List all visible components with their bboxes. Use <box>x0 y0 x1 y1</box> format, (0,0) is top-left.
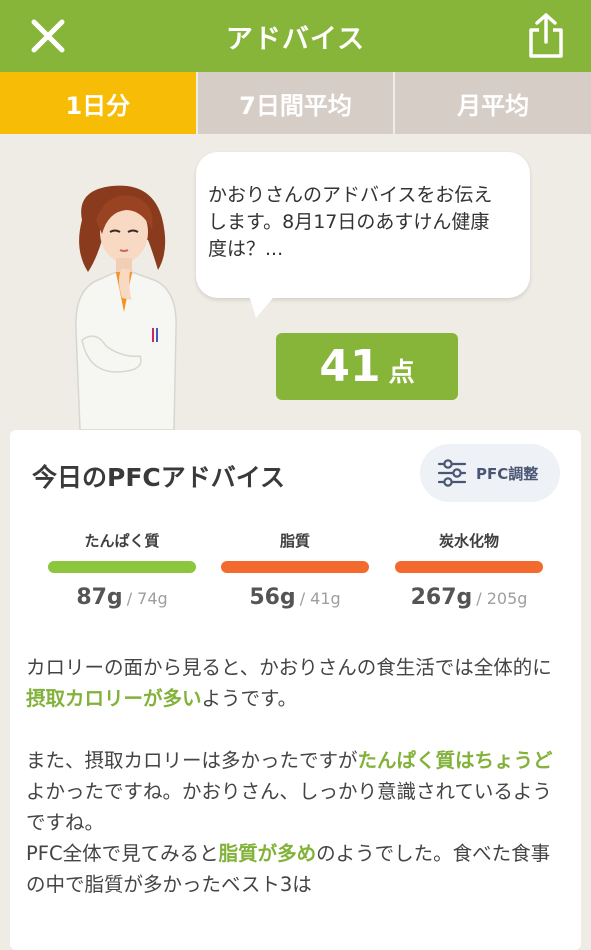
metric-carbohydrate: 炭水化物 267g/ 205g <box>394 530 544 610</box>
score-value: 41 <box>319 341 381 392</box>
card-title: 今日のPFCアドバイス <box>32 463 285 492</box>
tab-1day[interactable]: 1日分 <box>0 72 196 134</box>
metric-value: 87g <box>76 585 123 610</box>
advice-text-segment: また、摂取カロリーは多かったですが <box>26 749 358 772</box>
metric-value: 267g <box>410 585 473 610</box>
pfc-adjust-label: PFC調整 <box>476 464 539 483</box>
pfc-adjust-button[interactable]: PFC調整 <box>420 444 560 502</box>
advice-paragraph-3: PFC全体で見てみると脂質が多めのようでした。食べた食事の中で脂質が多かったベス… <box>26 838 566 900</box>
advice-highlight: たんぱく質はちょうど <box>357 749 553 772</box>
advice-text-segment: カロリーの面から見ると、かおりさんの食生活では全体的に <box>26 656 552 679</box>
advice-paragraph-1: カロリーの面から見ると、かおりさんの食生活では全体的に摂取カロリーが多いようです… <box>26 652 566 714</box>
metric-values: 267g/ 205g <box>394 585 544 610</box>
bubble-line-2: します。8月17日のあすけん健康 <box>208 211 490 233</box>
metric-target: / 74g <box>126 589 168 608</box>
advice-highlight: 脂質が多め <box>218 842 317 865</box>
metric-target: / 41g <box>299 589 341 608</box>
metric-bar <box>48 561 196 573</box>
bubble-line-1: かおりさんのアドバイスをお伝え <box>208 184 493 206</box>
close-icon[interactable] <box>30 18 66 54</box>
metric-bar <box>395 561 543 573</box>
pfc-advice-card: 今日のPFCアドバイス PFC調整 たんぱく質 87g/ 74g 脂質 56g /… <box>10 430 581 950</box>
metric-target: / 205g <box>476 589 528 608</box>
score-unit: 点 <box>388 358 415 388</box>
advice-highlight: 摂取カロリーが多い <box>26 687 202 710</box>
metric-value: 56g <box>249 585 296 610</box>
page-title: アドバイス <box>225 23 366 55</box>
advisor-illustration <box>75 185 177 430</box>
metric-values: 56g/ 41g <box>220 585 370 610</box>
health-score-badge: 41 点 <box>276 333 458 400</box>
metric-label: 炭水化物 <box>438 532 499 550</box>
advice-speech-bubble: かおりさんのアドバイスをお伝え します。8月17日のあすけん健康 度は？... <box>196 152 530 298</box>
metric-bar <box>221 561 369 573</box>
advice-text: カロリーの面から見ると、かおりさんの食生活では全体的に摂取カロリーが多いようです… <box>26 652 566 900</box>
advice-text-segment: PFC全体で見てみると <box>26 842 219 865</box>
share-icon[interactable] <box>525 12 567 60</box>
metric-fat: 脂質 56g/ 41g <box>220 530 370 610</box>
advice-paragraph-2: また、摂取カロリーは多かったですがたんぱく質はちょうどよかったですね。かおりさん… <box>26 745 566 838</box>
metric-label: 脂質 <box>279 532 310 550</box>
advice-text-segment: ようです。 <box>201 687 298 710</box>
tab-7day-average[interactable]: 7日間平均 <box>195 72 394 134</box>
metric-protein: たんぱく質 87g/ 74g <box>47 530 197 610</box>
period-tabs: 1日分 7日間平均 月平均 <box>0 72 591 134</box>
advice-text-segment: よかったですね。かおりさん、しっかり意識されているようですね。 <box>26 780 552 834</box>
metric-label: たんぱく質 <box>84 532 160 550</box>
app-header: アドバイス <box>0 0 591 72</box>
tab-monthly-average[interactable]: 月平均 <box>393 72 591 134</box>
bubble-tail <box>248 292 278 318</box>
bubble-line-3: 度は？... <box>208 238 284 260</box>
sliders-icon <box>437 459 467 487</box>
metric-values: 87g/ 74g <box>47 585 197 610</box>
